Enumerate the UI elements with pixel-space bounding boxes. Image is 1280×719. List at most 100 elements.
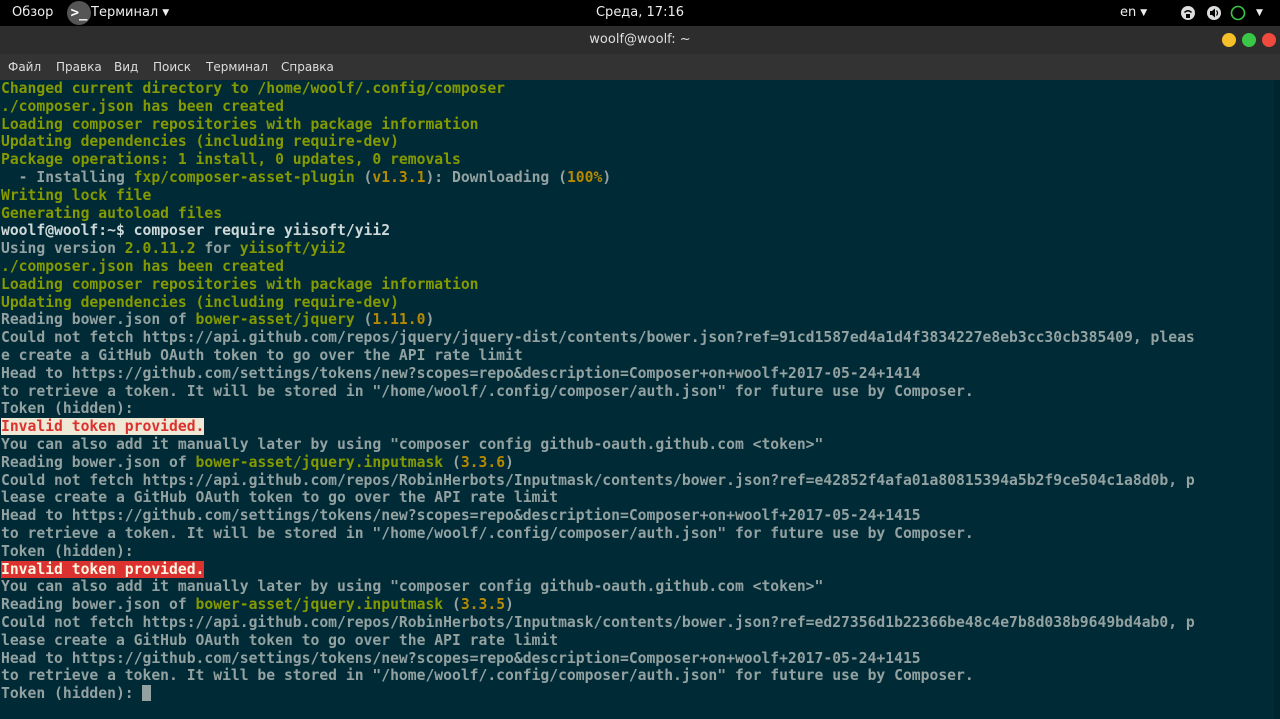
terminal-text: Changed current directory to /home/woolf… [1,80,506,97]
terminal-text: 2.0.11.2 [124,240,196,257]
terminal-text: Could not fetch https://api.github.com/r… [1,472,1195,489]
menu-search[interactable]: Поиск [153,54,191,80]
menubar: Файл Правка Вид Поиск Терминал Справка [0,54,1280,80]
terminal-text: bower-asset/jquery.inputmask [195,454,444,471]
terminal-text: for [195,240,240,257]
terminal-line: Updating dependencies (including require… [1,294,399,312]
terminal-text: Loading composer repositories with packa… [1,116,479,133]
terminal-text: You can also add it manually later by us… [1,578,824,595]
terminal-text: Loading composer repositories with packa… [1,276,479,293]
terminal-text: ./composer.json has been created [1,258,284,275]
menu-edit[interactable]: Правка [56,54,102,80]
terminal-text: You can also add it manually later by us… [1,436,824,453]
terminal-output[interactable]: Changed current directory to /home/woolf… [0,80,1280,719]
terminal-text: ( [354,311,373,328]
terminal-text: lease create a GitHub OAuth token to go … [1,489,559,506]
clock[interactable]: Среда, 17:16 [0,0,1280,26]
terminal-line: Reading bower.json of bower-asset/jquery… [1,596,514,614]
terminal-text: Generating autoload files [1,205,223,222]
terminal-line: You can also add it manually later by us… [1,578,823,596]
terminal-text: Token (hidden): [1,543,134,560]
menu-file[interactable]: Файл [8,54,41,80]
terminal-text: e create a GitHub OAuth token to go over… [1,347,523,364]
volume-icon[interactable] [1206,5,1222,21]
terminal-text: Token (hidden): [1,685,143,702]
terminal-line: Loading composer repositories with packa… [1,116,479,134]
terminal-line: ./composer.json has been created [1,98,284,116]
terminal-text: Could not fetch https://api.github.com/r… [1,329,1195,346]
top-bar: Обзор >_ Терминал ▼ Среда, 17:16 en ▼ ▼ [0,0,1280,26]
terminal-text: 100% [566,169,603,186]
menu-view[interactable]: Вид [114,54,138,80]
keyboard-layout-label: en [1120,5,1137,20]
terminal-line: woolf@woolf:~$ composer require yiisoft/… [1,222,390,240]
terminal-text: Reading bower.json of [1,596,196,613]
terminal-text: ( [443,454,461,471]
window-title: woolf@woolf: ~ [589,32,691,47]
terminal-line: Loading composer repositories with packa… [1,276,479,294]
terminal-text: ): Downloading ( [425,169,567,186]
terminal-line: Updating dependencies (including require… [1,133,399,151]
menu-terminal[interactable]: Терминал [206,54,268,80]
close-button[interactable] [1262,33,1276,47]
terminal-text: Head to https://github.com/settings/toke… [1,365,921,382]
terminal-text: ) [425,311,435,328]
terminal-text: Invalid token provided. [1,418,205,435]
terminal-text: 1.11.0 [372,311,426,328]
terminal-text: 3.3.5 [460,596,506,613]
keyboard-layout-button[interactable]: en ▼ [1120,0,1147,26]
chevron-down-icon: ▼ [1140,8,1148,18]
terminal-text: Writing lock file [1,187,152,204]
terminal-text: ) [602,169,612,186]
terminal-text: 3.3.6 [460,454,506,471]
terminal-line: lease create a GitHub OAuth token to go … [1,489,558,507]
terminal-line: Reading bower.json of bower-asset/jquery… [1,454,514,472]
terminal-text: lease create a GitHub OAuth token to go … [1,632,559,649]
terminal-text: fxp/composer-asset-plugin [133,169,355,186]
minimize-button[interactable] [1222,33,1236,47]
terminal-text: ( [443,596,461,613]
terminal-line: Writing lock file [1,187,151,205]
terminal-line: Package operations: 1 install, 0 updates… [1,151,461,169]
network-icon[interactable] [1180,5,1196,21]
terminal-line: Changed current directory to /home/woolf… [1,80,505,98]
terminal-line: to retrieve a token. It will be stored i… [1,525,974,543]
terminal-line: Reading bower.json of bower-asset/jquery… [1,311,434,329]
terminal-text: Invalid token provided. [1,561,205,578]
terminal-line: Generating autoload files [1,205,222,223]
terminal-text: yiisoft/yii2 [239,240,346,257]
terminal-line: e create a GitHub OAuth token to go over… [1,347,523,365]
terminal-line: Could not fetch https://api.github.com/r… [1,329,1195,347]
terminal-text: ( [354,169,373,186]
terminal-line: Head to https://github.com/settings/toke… [1,507,921,525]
terminal-line: You can also add it manually later by us… [1,436,823,454]
terminal-line: - Installing fxp/composer-asset-plugin (… [1,169,612,187]
window-titlebar[interactable]: woolf@woolf: ~ [0,26,1280,54]
terminal-text: to retrieve a token. It will be stored i… [1,383,974,400]
terminal-line: Invalid token provided. [1,561,205,579]
terminal-line: to retrieve a token. It will be stored i… [1,383,974,401]
system-menu-chevron-icon[interactable]: ▼ [1256,0,1263,26]
terminal-line: Could not fetch https://api.github.com/r… [1,614,1195,632]
terminal-text: to retrieve a token. It will be stored i… [1,525,974,542]
menu-help[interactable]: Справка [281,54,334,80]
terminal-text: to retrieve a token. It will be stored i… [1,667,974,684]
terminal-line: Head to https://github.com/settings/toke… [1,650,921,668]
terminal-line: Head to https://github.com/settings/toke… [1,365,921,383]
terminal-text: v1.3.1 [372,169,426,186]
terminal-text: Updating dependencies (including require… [1,133,399,150]
power-icon[interactable] [1230,5,1246,21]
terminal-text: Updating dependencies (including require… [1,294,399,311]
terminal-line: Token (hidden): [1,685,152,703]
terminal-line: to retrieve a token. It will be stored i… [1,667,974,685]
terminal-text: Reading bower.json of [1,454,196,471]
terminal-line: lease create a GitHub OAuth token to go … [1,632,558,650]
maximize-button[interactable] [1242,33,1256,47]
terminal-text: Reading bower.json of [1,311,196,328]
terminal-text: woolf@woolf:~$ composer require yiisoft/… [1,222,391,239]
terminal-text: Could not fetch https://api.github.com/r… [1,614,1195,631]
terminal-text: bower-asset/jquery.inputmask [195,596,444,613]
scrollbar[interactable] [1274,80,1280,719]
terminal-line: Token (hidden): [1,400,134,418]
terminal-line: Token (hidden): [1,543,134,561]
